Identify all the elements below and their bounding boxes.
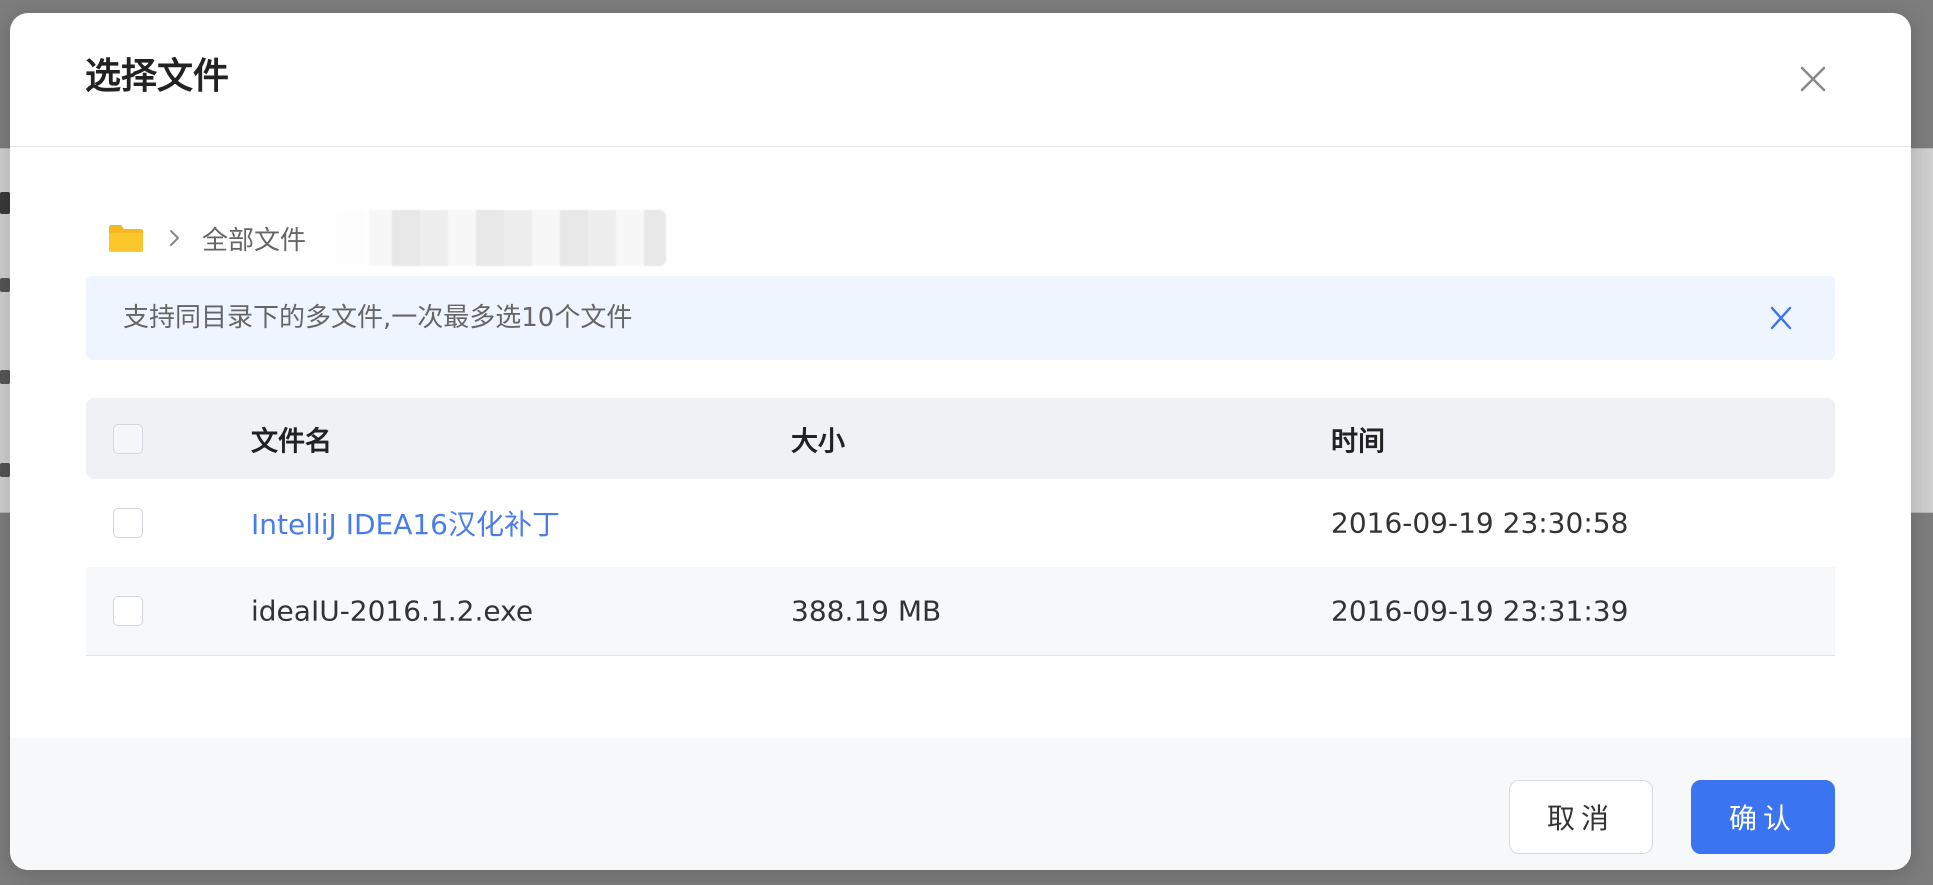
notice-close-icon bbox=[1770, 306, 1792, 330]
background-text-fragment bbox=[0, 192, 10, 214]
close-icon bbox=[1800, 66, 1826, 92]
folder-icon[interactable] bbox=[108, 223, 144, 253]
file-time: 2016-09-19 23:31:39 bbox=[1331, 594, 1629, 628]
table-header: 文件名 大小 时间 bbox=[86, 398, 1835, 479]
file-size: 388.19 MB bbox=[791, 594, 942, 628]
cancel-button[interactable]: 取消 bbox=[1509, 780, 1653, 854]
dialog-footer: 取消 确认 bbox=[10, 738, 1911, 870]
file-time: 2016-09-19 23:30:58 bbox=[1331, 506, 1629, 540]
file-name[interactable]: ideaIU-2016.1.2.exe bbox=[251, 595, 533, 628]
table-row[interactable]: ideaIU-2016.1.2.exe 388.19 MB 2016-09-19… bbox=[86, 567, 1835, 656]
confirm-button[interactable]: 确认 bbox=[1691, 780, 1835, 854]
breadcrumb: 全部文件 bbox=[108, 210, 667, 266]
table-row[interactable]: IntelliJ IDEA16汉化补丁 2016-09-19 23:30:58 bbox=[86, 479, 1835, 567]
dialog-header: 选择文件 bbox=[10, 13, 1911, 147]
select-all-checkbox[interactable] bbox=[113, 423, 143, 454]
file-table: 文件名 大小 时间 IntelliJ IDEA16汉化补丁 2016-09-19… bbox=[86, 398, 1835, 656]
file-name-link[interactable]: IntelliJ IDEA16汉化补丁 bbox=[251, 503, 560, 543]
background-text-fragment bbox=[0, 278, 10, 292]
column-header-size[interactable]: 大小 bbox=[791, 419, 845, 458]
row-checkbox[interactable] bbox=[113, 596, 143, 626]
column-header-time[interactable]: 时间 bbox=[1331, 419, 1385, 458]
select-file-dialog: 选择文件 全部文件 支持同目录下的多文件,一次最多选10个文件 文件名 大小 时… bbox=[10, 13, 1911, 870]
row-checkbox[interactable] bbox=[113, 508, 143, 538]
background-text-fragment bbox=[0, 370, 10, 384]
chevron-right-icon bbox=[170, 230, 179, 246]
breadcrumb-root-link[interactable]: 全部文件 bbox=[202, 220, 306, 257]
close-button[interactable] bbox=[1797, 63, 1829, 95]
notice-close-button[interactable] bbox=[1767, 304, 1795, 332]
column-header-name[interactable]: 文件名 bbox=[251, 419, 332, 458]
dialog-title: 选择文件 bbox=[85, 56, 230, 97]
background-text-fragment bbox=[0, 463, 10, 477]
info-notice: 支持同目录下的多文件,一次最多选10个文件 bbox=[86, 276, 1835, 360]
breadcrumb-redacted-segment bbox=[336, 210, 667, 266]
notice-text: 支持同目录下的多文件,一次最多选10个文件 bbox=[123, 303, 633, 333]
